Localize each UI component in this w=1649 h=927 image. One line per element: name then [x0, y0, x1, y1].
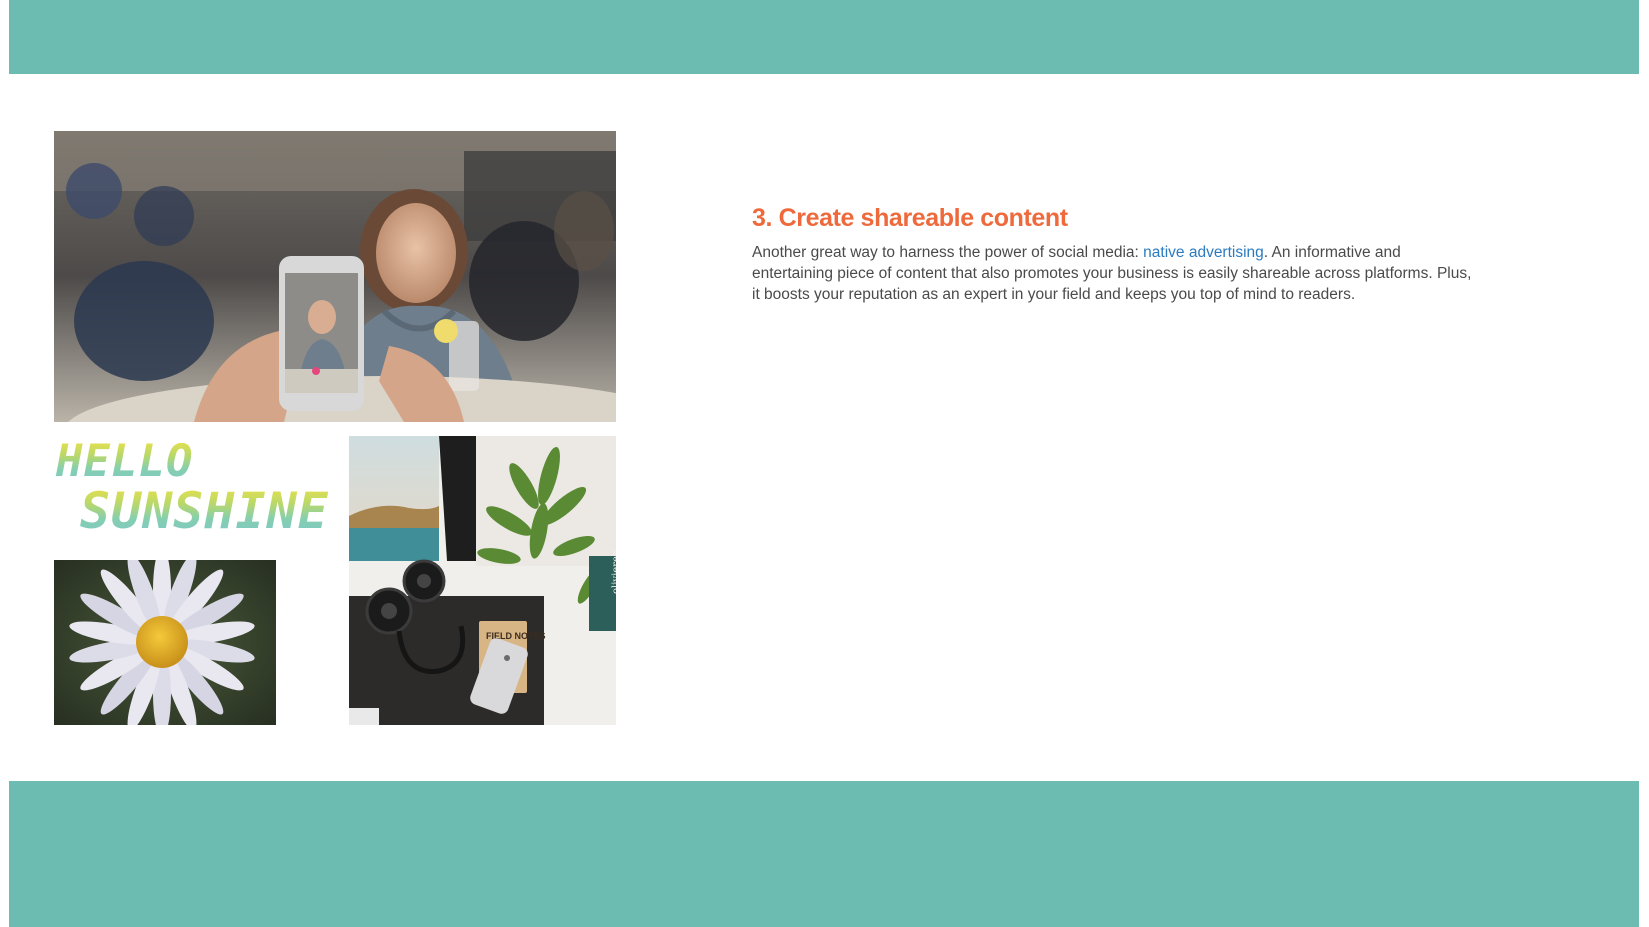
article-heading: 3. Create shareable content	[752, 204, 1068, 232]
selfie-photo	[54, 131, 616, 422]
hello-sunshine-line2: SUNSHINE!	[80, 486, 332, 536]
hello-sunshine-line1: HELLO	[56, 440, 332, 484]
hello-sunshine-graphic: HELLO SUNSHINE!	[54, 436, 332, 546]
article-section: 3. Create shareable content Another grea…	[752, 200, 1472, 305]
desk-flatlay-photo: olivieren FIELD NOTES	[349, 436, 616, 725]
desk-flatlay-drawing: olivieren FIELD NOTES	[349, 436, 616, 725]
native-advertising-link[interactable]: native advertising	[1143, 244, 1264, 261]
article-body-intro: Another great way to harness the power o…	[752, 244, 1144, 261]
top-banner	[9, 0, 1639, 74]
article-body: Another great way to harness the power o…	[752, 242, 1472, 305]
daisy-photo	[54, 560, 276, 725]
daisy-photo-drawing	[54, 560, 276, 725]
book-spine-label: olivieren	[611, 549, 616, 594]
bottom-banner	[9, 781, 1639, 927]
page: HELLO SUNSHINE! olivieren FIELD NOTES 3.…	[0, 0, 1649, 927]
selfie-photo-drawing	[54, 131, 616, 422]
